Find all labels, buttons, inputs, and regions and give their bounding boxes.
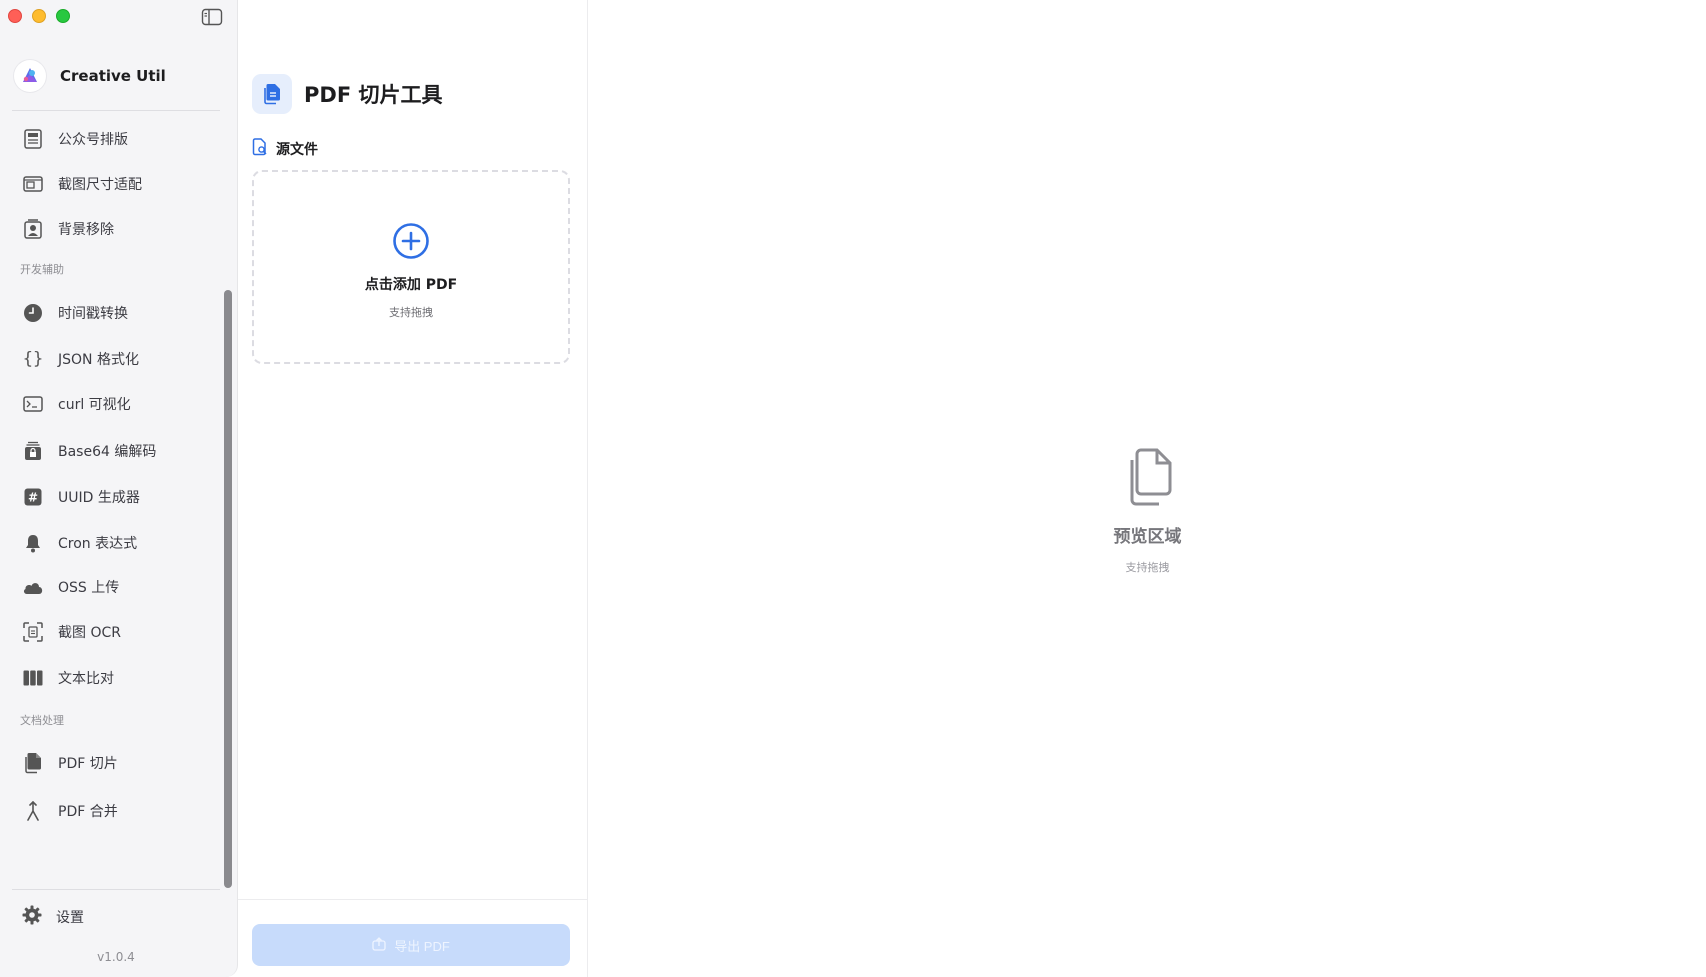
sidebar-item-label: 背景移除 bbox=[58, 222, 114, 238]
sidebar-toggle-icon[interactable] bbox=[201, 8, 223, 26]
clock-icon bbox=[22, 302, 44, 324]
person-frame-icon bbox=[22, 218, 44, 240]
export-pdf-button[interactable]: 导出 PDF bbox=[252, 924, 570, 966]
maximize-window-button[interactable] bbox=[56, 9, 70, 23]
newspaper-icon bbox=[22, 128, 44, 150]
pdf-dropzone[interactable]: 点击添加 PDF 支持拖拽 bbox=[252, 170, 570, 364]
settings-button[interactable]: 设置 bbox=[22, 905, 84, 929]
app-logo-icon bbox=[14, 60, 46, 92]
sidebar-item-screenshot-ocr[interactable]: 截图 OCR bbox=[12, 615, 218, 649]
section-header-doc: 文档处理 bbox=[20, 714, 64, 727]
sidebar-item-json-format[interactable]: {} JSON 格式化 bbox=[12, 342, 218, 376]
sidebar-item-label: OSS 上传 bbox=[58, 580, 120, 596]
preview-hint: 支持拖拽 bbox=[1125, 561, 1170, 574]
add-circle-icon bbox=[392, 222, 430, 264]
sidebar-item-label: JSON 格式化 bbox=[58, 352, 139, 368]
braces-icon: {} bbox=[22, 349, 44, 369]
brand: Creative Util bbox=[14, 60, 166, 92]
page-title: PDF 切片工具 bbox=[304, 83, 443, 107]
svg-text:#: # bbox=[28, 491, 38, 505]
sidebar-item-screenshot-resize[interactable]: 截图尺寸适配 bbox=[12, 167, 218, 201]
lock-stack-icon bbox=[22, 440, 44, 462]
cloud-icon bbox=[22, 576, 44, 598]
window-controls bbox=[8, 9, 70, 23]
app-name: Creative Util bbox=[60, 67, 166, 85]
layout-icon bbox=[22, 173, 44, 195]
settings-label: 设置 bbox=[56, 910, 84, 926]
sidebar: Creative Util 公众号排版 截图尺寸适配 背景移除 开发辅助 时间戳… bbox=[0, 0, 238, 977]
divider bbox=[12, 110, 220, 111]
preview-title: 预览区域 bbox=[1113, 527, 1182, 547]
app-version: v1.0.4 bbox=[97, 950, 135, 964]
dropzone-title: 点击添加 PDF bbox=[364, 277, 458, 293]
sidebar-item-uuid[interactable]: # UUID 生成器 bbox=[12, 480, 218, 514]
pdf-tool-icon bbox=[252, 74, 292, 114]
sidebar-item-oss-upload[interactable]: OSS 上传 bbox=[12, 570, 218, 604]
source-file-text: 源文件 bbox=[276, 142, 318, 158]
bell-icon bbox=[22, 532, 44, 554]
gear-icon bbox=[22, 905, 42, 929]
sidebar-item-cron[interactable]: Cron 表达式 bbox=[12, 526, 218, 560]
sidebar-item-pdf-slice[interactable]: PDF 切片 bbox=[12, 746, 218, 780]
sidebar-item-background-removal[interactable]: 背景移除 bbox=[12, 212, 218, 246]
export-label: 导出 PDF bbox=[394, 938, 450, 954]
scrollbar-thumb[interactable] bbox=[224, 290, 232, 888]
sidebar-item-label: curl 可视化 bbox=[58, 397, 131, 413]
documents-icon bbox=[22, 752, 44, 774]
sidebar-item-label: PDF 切片 bbox=[58, 756, 118, 772]
columns-icon bbox=[22, 667, 44, 689]
sidebar-item-text-diff[interactable]: 文本比对 bbox=[12, 661, 218, 695]
sidebar-item-label: 截图尺寸适配 bbox=[58, 177, 142, 193]
sidebar-item-curl[interactable]: curl 可视化 bbox=[12, 387, 218, 421]
export-icon bbox=[372, 936, 386, 954]
sidebar-item-label: 时间戳转换 bbox=[58, 306, 128, 322]
divider bbox=[12, 889, 220, 890]
sidebar-item-base64[interactable]: Base64 编解码 bbox=[12, 434, 218, 468]
close-window-button[interactable] bbox=[8, 9, 22, 23]
sidebar-item-label: PDF 合并 bbox=[58, 804, 118, 820]
sidebar-item-label: UUID 生成器 bbox=[58, 490, 140, 506]
divider bbox=[238, 899, 588, 900]
terminal-icon bbox=[22, 393, 44, 415]
sidebar-item-timestamp[interactable]: 时间戳转换 bbox=[12, 296, 218, 330]
sidebar-item-pdf-merge[interactable]: PDF 合并 bbox=[12, 794, 218, 828]
source-file-label: 源文件 bbox=[252, 138, 318, 160]
sidebar-item-label: Base64 编解码 bbox=[58, 444, 157, 460]
tool-panel: PDF 切片工具 源文件 点击添加 PDF 支持拖拽 导出 PDF bbox=[238, 0, 588, 977]
documents-icon bbox=[1123, 448, 1173, 512]
sidebar-scrollbar[interactable] bbox=[222, 114, 232, 890]
sidebar-item-label: Cron 表达式 bbox=[58, 536, 138, 552]
section-header-dev: 开发辅助 bbox=[20, 263, 64, 276]
sidebar-item-label: 截图 OCR bbox=[58, 625, 121, 641]
minimize-window-button[interactable] bbox=[32, 9, 46, 23]
file-search-icon bbox=[252, 138, 268, 160]
ocr-scan-icon bbox=[22, 621, 44, 643]
sidebar-item-label: 文本比对 bbox=[58, 671, 114, 687]
sidebar-item-wechat-layout[interactable]: 公众号排版 bbox=[12, 122, 218, 156]
hash-icon: # bbox=[22, 486, 44, 508]
app-window: Creative Util 公众号排版 截图尺寸适配 背景移除 开发辅助 时间戳… bbox=[0, 0, 1706, 977]
merge-icon bbox=[22, 800, 44, 822]
dropzone-hint: 支持拖拽 bbox=[389, 306, 433, 319]
panel-header: PDF 切片工具 bbox=[252, 74, 442, 114]
sidebar-item-label: 公众号排版 bbox=[58, 132, 128, 148]
preview-area[interactable]: 预览区域 支持拖拽 bbox=[589, 0, 1706, 977]
preview-placeholder: 预览区域 支持拖拽 bbox=[589, 448, 1706, 575]
